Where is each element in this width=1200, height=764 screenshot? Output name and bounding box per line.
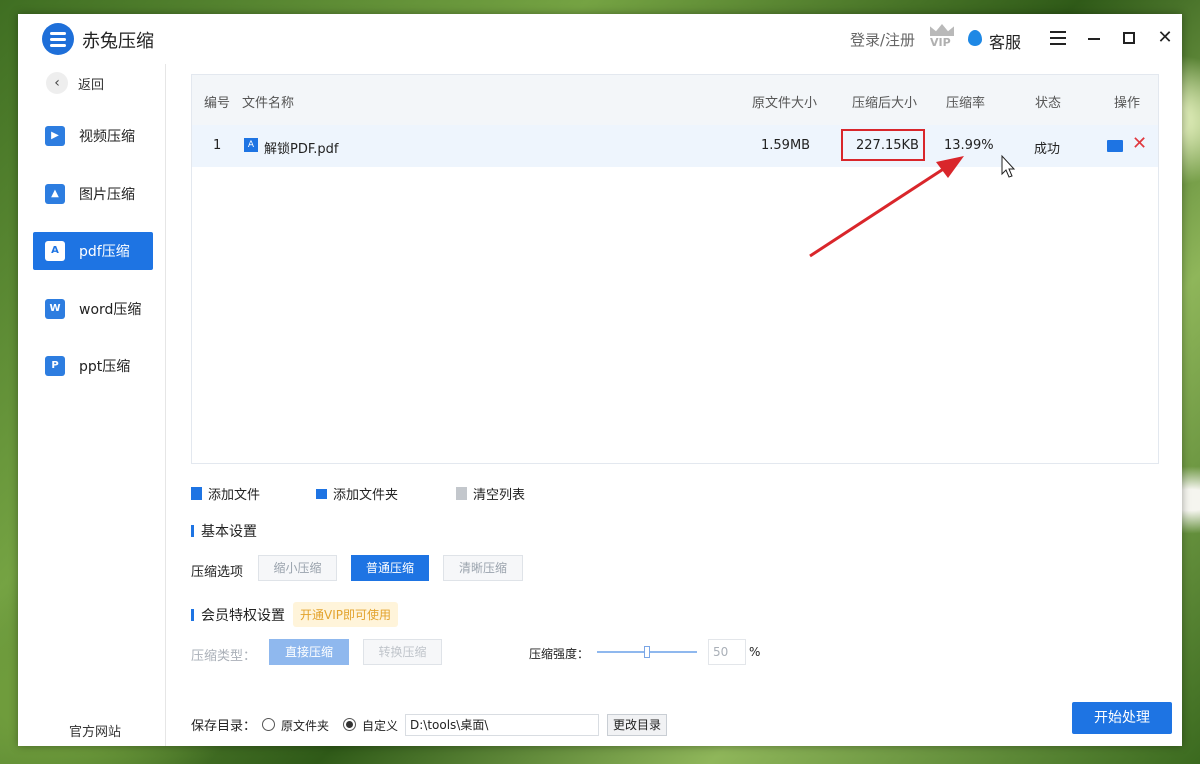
type-direct-button[interactable]: 直接压缩 <box>269 639 349 665</box>
option-normal-button[interactable]: 普通压缩 <box>351 555 429 581</box>
clear-list-label: 清空列表 <box>473 488 526 503</box>
mouse-cursor-icon <box>1001 154 1016 178</box>
strength-slider-handle[interactable] <box>644 646 650 658</box>
custom-label: 自定义 <box>362 719 399 733</box>
compress-type-label: 压缩类型： <box>191 649 257 664</box>
start-process-button[interactable]: 开始处理 <box>1072 702 1172 734</box>
annotation-overlay <box>809 154 1016 258</box>
add-file-label: 添加文件 <box>208 488 261 503</box>
basic-settings-title: 基本设置 <box>191 521 257 541</box>
add-file-button[interactable]: 添加文件 <box>191 484 260 503</box>
save-path-input[interactable]: D:\tools\桌面\ <box>405 714 599 736</box>
app-window: 赤兔压缩 登录/注册 VIP 客服 ✕ ‹ 返回 ▶ 视频压缩 ▲ 图片压缩 A… <box>18 14 1182 746</box>
file-icon <box>191 487 202 500</box>
type-convert-button[interactable]: 转换压缩 <box>363 639 442 665</box>
option-shrink-button[interactable]: 缩小压缩 <box>258 555 337 581</box>
broom-icon <box>456 487 467 500</box>
vip-settings-title: 会员特权设置 开通VIP即可使用 <box>191 602 398 627</box>
clear-list-button[interactable]: 清空列表 <box>456 484 525 503</box>
annotation-arrow-line <box>809 164 949 258</box>
radio-original-folder[interactable] <box>262 718 275 731</box>
add-folder-button[interactable]: 添加文件夹 <box>316 484 398 503</box>
folder-icon <box>316 488 327 499</box>
radio-custom[interactable] <box>343 718 356 731</box>
strength-label: 压缩强度： <box>529 647 590 661</box>
strength-unit: % <box>749 645 761 659</box>
change-dir-button[interactable]: 更改目录 <box>607 714 667 736</box>
original-folder-label: 原文件夹 <box>281 719 330 733</box>
annotation-arrow-head <box>936 156 964 178</box>
strength-input[interactable]: 50 <box>708 639 746 665</box>
vip-tag[interactable]: 开通VIP即可使用 <box>293 602 398 627</box>
compress-option-label: 压缩选项 <box>191 565 244 580</box>
save-dir-label: 保存目录： <box>191 719 257 734</box>
add-folder-label: 添加文件夹 <box>333 488 399 503</box>
option-clear-button[interactable]: 清晰压缩 <box>443 555 523 581</box>
